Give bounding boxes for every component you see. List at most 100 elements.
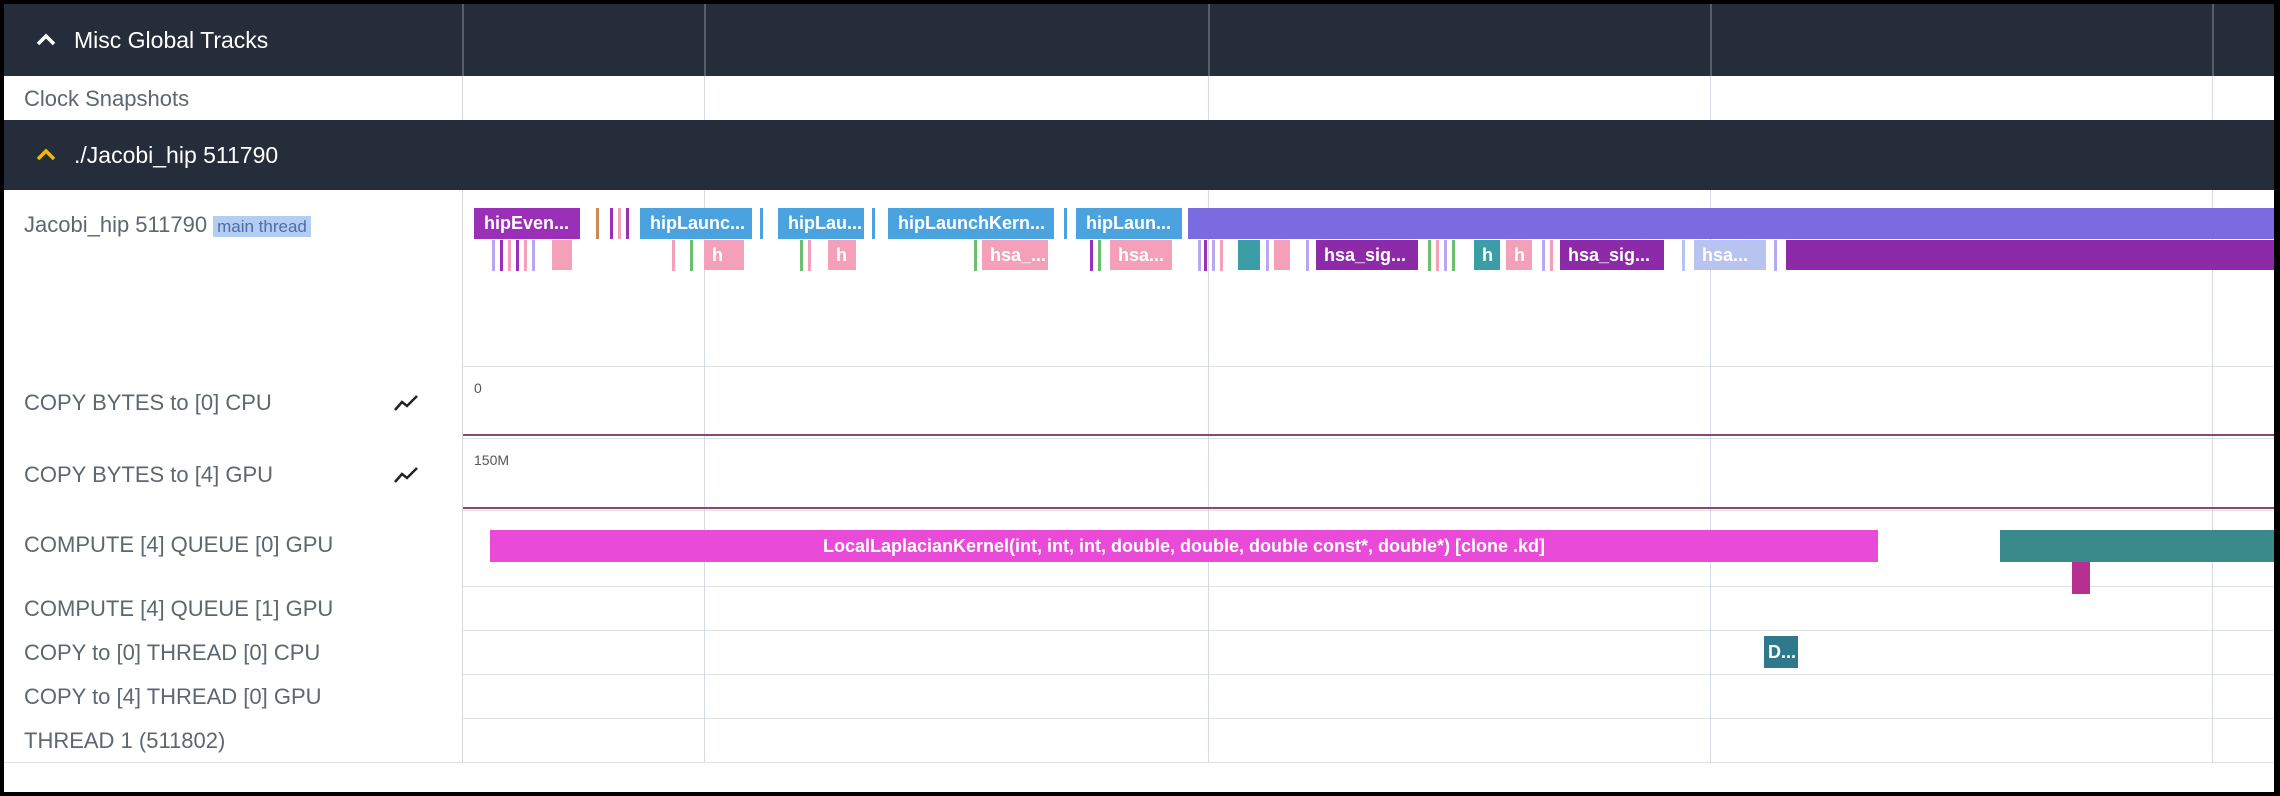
grid-line (1710, 718, 1711, 762)
grid-line (1710, 438, 1711, 510)
track-shell[interactable]: COMPUTE [4] QUEUE [1] GPU (4, 586, 463, 630)
slice[interactable]: h (1474, 240, 1500, 270)
slice-tick[interactable] (760, 208, 763, 239)
track-name-row: Jacobi_hip 511790 main thread (24, 212, 311, 238)
grid-line (1208, 674, 1209, 718)
slice-tick[interactable] (690, 240, 693, 271)
slice-tick[interactable] (872, 208, 875, 239)
grid-line (1208, 76, 1209, 120)
slice[interactable]: hsa... (1110, 240, 1172, 270)
slice-tick[interactable] (1452, 240, 1455, 271)
slice-tick[interactable] (1266, 240, 1269, 271)
slice[interactable]: hsa... (1694, 240, 1766, 270)
axis-label: 150M (474, 452, 510, 468)
slice[interactable]: hipLaun... (1076, 208, 1182, 239)
slice-tick[interactable] (1774, 240, 1777, 271)
slice-tick[interactable] (1198, 240, 1201, 271)
slice[interactable] (1274, 240, 1290, 270)
line-chart-icon[interactable] (392, 392, 420, 414)
slice-tick[interactable] (1204, 240, 1207, 271)
chevron-up-icon[interactable] (34, 28, 58, 52)
slice-tick[interactable] (508, 240, 511, 271)
track-shell[interactable]: COMPUTE [4] QUEUE [0] GPU (4, 510, 463, 586)
slice-tick[interactable] (516, 240, 519, 271)
track-name: COMPUTE [4] QUEUE [0] GPU (24, 532, 334, 557)
slice-tick[interactable] (596, 208, 599, 239)
slice[interactable] (1238, 240, 1260, 270)
track-copy-bytes-gpu: COPY BYTES to [4] GPU 150M (4, 438, 2274, 511)
slice-tick[interactable] (610, 208, 613, 239)
grid-line (1208, 586, 1209, 630)
slice-tick[interactable] (974, 240, 977, 271)
slice[interactable]: hipLau... (778, 208, 864, 239)
slice-tick[interactable] (524, 240, 527, 271)
slice-tick[interactable] (808, 240, 811, 271)
grid-line (704, 630, 705, 674)
grid-line (704, 586, 705, 630)
slice-tick[interactable] (1090, 240, 1093, 271)
group-title: Misc Global Tracks (74, 26, 269, 53)
slice-tick[interactable] (1444, 240, 1447, 271)
group-header-misc[interactable]: Misc Global Tracks (4, 4, 2274, 76)
group-header-process[interactable]: ./Jacobi_hip 511790 (4, 120, 2274, 190)
grid-line (1208, 630, 1209, 674)
copy-slice[interactable]: D... (1764, 636, 1798, 668)
grid-line (704, 674, 705, 718)
slice-tick[interactable] (672, 240, 675, 271)
slice[interactable] (1786, 240, 2274, 270)
chevron-up-icon[interactable] (34, 143, 58, 167)
kernel-slice[interactable] (2000, 530, 2274, 562)
slice[interactable]: hsa_sig... (1316, 240, 1418, 270)
grid-line (704, 76, 705, 120)
track-shell[interactable]: THREAD 1 (511802) (4, 718, 463, 762)
slice-tick[interactable] (1064, 208, 1067, 239)
slice[interactable]: hipLaunc... (640, 208, 752, 239)
slice[interactable]: hsa_sig... (1560, 240, 1664, 270)
track-name: Jacobi_hip 511790 (24, 212, 208, 237)
slice[interactable] (552, 240, 572, 270)
slice-tick[interactable] (1682, 240, 1685, 271)
slice-tick[interactable] (1436, 240, 1439, 271)
divider (2212, 4, 2214, 76)
slice[interactable]: hipLaunchKern... (888, 208, 1054, 239)
grid-line (1208, 366, 1209, 438)
grid-line (704, 366, 705, 438)
slice-tick[interactable] (626, 208, 629, 239)
track-shell[interactable]: COPY to [0] THREAD [0] CPU (4, 630, 463, 674)
group-title: ./Jacobi_hip 511790 (74, 141, 279, 168)
track-shell[interactable]: COPY BYTES to [0] CPU (4, 366, 463, 438)
slice-tick[interactable] (800, 240, 803, 271)
kernel-slice[interactable]: LocalLaplacianKernel(int, int, int, doub… (490, 530, 1878, 562)
grid-line (2212, 630, 2213, 674)
slice[interactable]: h (704, 240, 744, 270)
track-shell[interactable]: COPY BYTES to [4] GPU (4, 438, 463, 510)
slice[interactable] (1188, 208, 2274, 239)
grid-line (1710, 366, 1711, 438)
slice-tick[interactable] (1550, 240, 1553, 271)
slice-tick[interactable] (500, 240, 503, 271)
line-chart-icon[interactable] (392, 464, 420, 486)
track-compute-queue-0: COMPUTE [4] QUEUE [0] GPU LocalLaplacian… (4, 510, 2274, 594)
slice-tick[interactable] (1098, 240, 1101, 271)
grid-line (1710, 76, 1711, 120)
track-shell[interactable]: Jacobi_hip 511790 main thread (4, 190, 463, 366)
slice-tick[interactable] (492, 240, 495, 271)
grid-line (1208, 718, 1209, 762)
slice-tick[interactable] (1212, 240, 1215, 271)
slice-tick[interactable] (1542, 240, 1545, 271)
track-name: COPY to [0] THREAD [0] CPU (24, 640, 321, 665)
slice[interactable]: hipEven... (474, 208, 580, 239)
track-name: COPY BYTES to [0] CPU (24, 390, 272, 415)
slice-tick[interactable] (618, 208, 621, 239)
slice[interactable]: hsa_... (982, 240, 1048, 270)
track-shell[interactable]: Clock Snapshots (4, 76, 463, 120)
slice-tick[interactable] (1306, 240, 1309, 271)
slice-tick[interactable] (532, 240, 535, 271)
slice-tick[interactable] (1428, 240, 1431, 271)
slice[interactable]: h (1506, 240, 1532, 270)
track-clock-snapshots: Clock Snapshots (4, 76, 2274, 121)
track-shell[interactable]: COPY to [4] THREAD [0] GPU (4, 674, 463, 718)
slice[interactable]: h (828, 240, 856, 270)
grid-line (2212, 438, 2213, 510)
slice-tick[interactable] (1220, 240, 1223, 271)
